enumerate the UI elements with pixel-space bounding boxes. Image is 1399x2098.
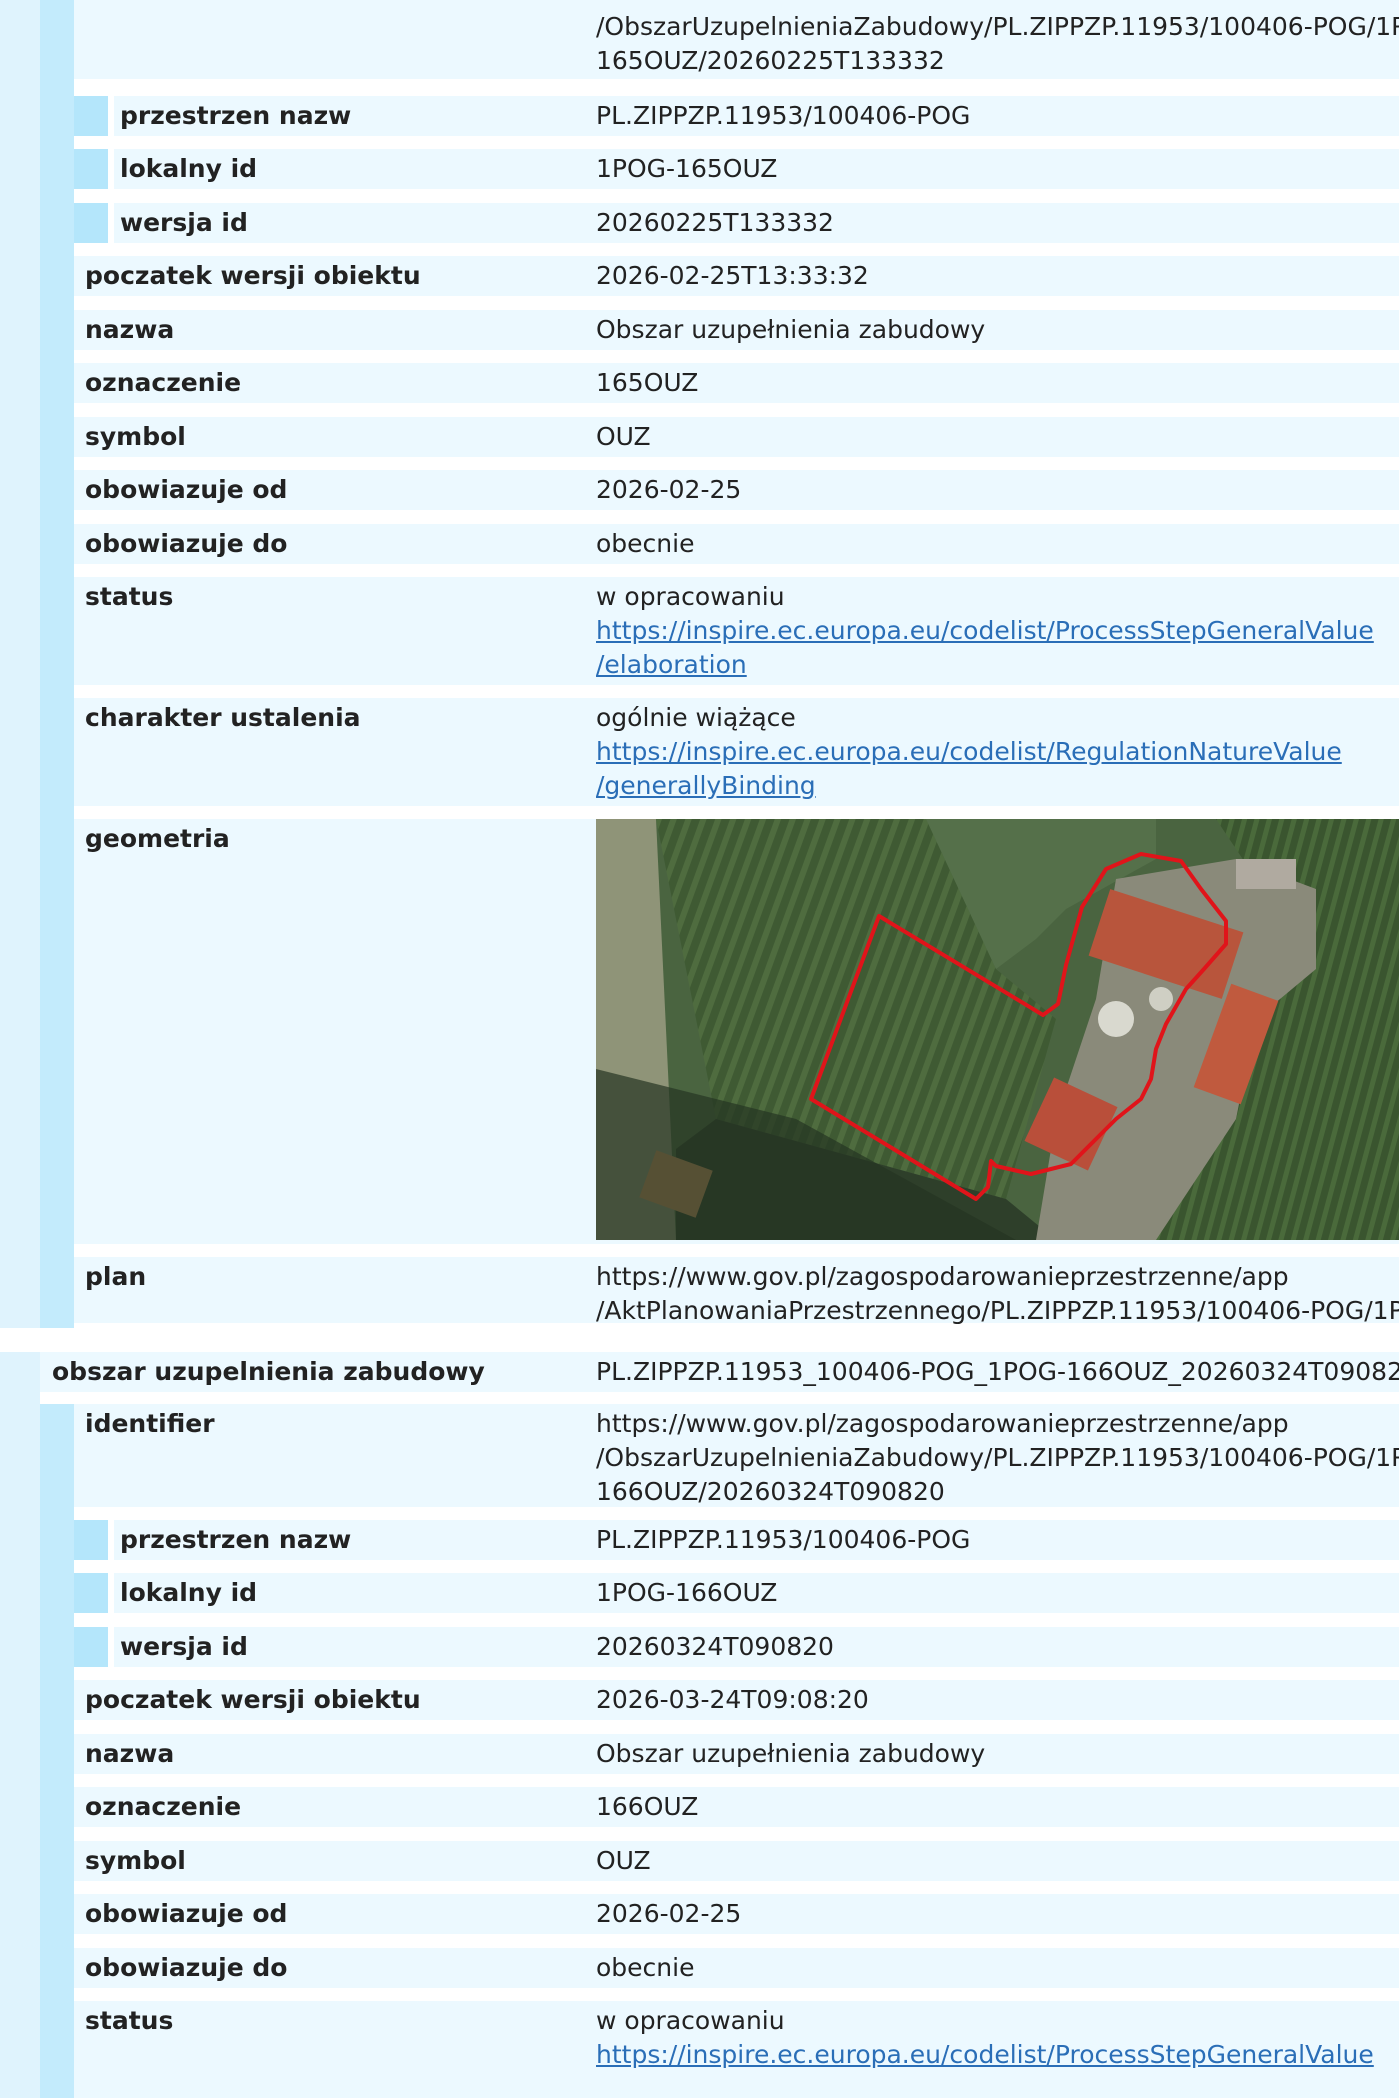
status-label: status bbox=[85, 582, 174, 611]
wersja-id-row: wersja id 20260324T090820 bbox=[40, 1627, 1399, 1672]
charakter-codelist-link[interactable]: https://inspire.ec.europa.eu/codelist/Re… bbox=[596, 735, 1342, 803]
przestrzen-nazw-row: przestrzen nazw PL.ZIPPZP.11953/100406-P… bbox=[40, 96, 1399, 141]
nesting-gutter-outer bbox=[0, 1352, 40, 2098]
symbol-label: symbol bbox=[85, 1846, 186, 1875]
oznaczenie-row: oznaczenie 166OUZ bbox=[40, 1787, 1399, 1832]
symbol-label: symbol bbox=[85, 422, 186, 451]
identifier-row: identifier https://www.gov.pl/zagospodar… bbox=[40, 1404, 1399, 1512]
poczatek-wersji-label: poczatek wersji obiektu bbox=[85, 261, 421, 290]
poczatek-wersji-label: poczatek wersji obiektu bbox=[85, 1685, 421, 1714]
oznaczenie-label: oznaczenie bbox=[85, 1792, 242, 1821]
symbol-value: OUZ bbox=[596, 422, 651, 451]
lokalny-id-row: lokalny id 1POG-165OUZ bbox=[40, 149, 1399, 194]
charakter-ustalenia-row: charakter ustalenia ogólnie wiążące http… bbox=[40, 698, 1399, 811]
charakter-ustalenia-value: ogólnie wiążące https://inspire.ec.europ… bbox=[596, 701, 1342, 803]
nazwa-value: Obszar uzupełnienia zabudowy bbox=[596, 1739, 986, 1768]
oznaczenie-label: oznaczenie bbox=[85, 368, 242, 397]
obowiazuje-od-value: 2026-02-25 bbox=[596, 1899, 742, 1928]
nazwa-row: nazwa Obszar uzupełnienia zabudowy bbox=[40, 310, 1399, 355]
nazwa-row: nazwa Obszar uzupełnienia zabudowy bbox=[40, 1734, 1399, 1779]
przestrzen-nazw-value: PL.ZIPPZP.11953/100406-POG bbox=[596, 101, 971, 130]
obowiazuje-do-label: obowiazuje do bbox=[85, 529, 288, 558]
nazwa-label: nazwa bbox=[85, 315, 175, 344]
status-row: status w opracowaniu https://inspire.ec.… bbox=[40, 577, 1399, 690]
status-value: w opracowaniu https://inspire.ec.europa.… bbox=[596, 2004, 1374, 2072]
geometry-map-image bbox=[596, 819, 1399, 1240]
nesting-gutter-outer bbox=[0, 0, 40, 1328]
status-codelist-link[interactable]: https://inspire.ec.europa.eu/codelist/Pr… bbox=[596, 2038, 1374, 2072]
lokalny-id-label: lokalny id bbox=[120, 1578, 258, 1607]
obowiazuje-do-row: obowiazuje do obecnie bbox=[40, 1948, 1399, 1993]
orthophoto-map bbox=[596, 819, 1399, 1240]
nazwa-label: nazwa bbox=[85, 1739, 175, 1768]
obowiazuje-od-label: obowiazuje od bbox=[85, 475, 288, 504]
feature-header-row: obszar uzupelnienia zabudowy PL.ZIPPZP.1… bbox=[40, 1352, 1399, 1397]
status-row: status w opracowaniu https://inspire.ec.… bbox=[40, 2001, 1399, 2098]
status-value: w opracowaniu https://inspire.ec.europa.… bbox=[596, 580, 1374, 682]
plan-value: https://www.gov.pl/zagospodarowanieprzes… bbox=[596, 1262, 1399, 1325]
obowiazuje-od-row: obowiazuje od 2026-02-25 bbox=[40, 470, 1399, 515]
nazwa-value: Obszar uzupełnienia zabudowy bbox=[596, 315, 986, 344]
poczatek-wersji-row: poczatek wersji obiektu 2026-02-25T13:33… bbox=[40, 256, 1399, 301]
poczatek-wersji-row: poczatek wersji obiektu 2026-03-24T09:08… bbox=[40, 1680, 1399, 1725]
obowiazuje-do-row: obowiazuje do obecnie bbox=[40, 524, 1399, 569]
plan-row: plan https://www.gov.pl/zagospodarowanie… bbox=[40, 1257, 1399, 1328]
symbol-value: OUZ bbox=[596, 1846, 651, 1875]
obowiazuje-do-label: obowiazuje do bbox=[85, 1953, 288, 1982]
symbol-row: symbol OUZ bbox=[40, 417, 1399, 462]
identifier-value: https://www.gov.pl/zagospodarowanieprzes… bbox=[596, 1409, 1399, 1506]
plan-label: plan bbox=[85, 1262, 147, 1291]
obowiazuje-od-label: obowiazuje od bbox=[85, 1899, 288, 1928]
przestrzen-nazw-row: przestrzen nazw PL.ZIPPZP.11953/100406-P… bbox=[40, 1520, 1399, 1565]
przestrzen-nazw-value: PL.ZIPPZP.11953/100406-POG bbox=[596, 1525, 971, 1554]
obowiazuje-od-row: obowiazuje od 2026-02-25 bbox=[40, 1894, 1399, 1939]
obowiazuje-od-value: 2026-02-25 bbox=[596, 475, 742, 504]
lokalny-id-value: 1POG-165OUZ bbox=[596, 154, 778, 183]
wersja-id-label: wersja id bbox=[120, 1632, 248, 1661]
poczatek-wersji-value: 2026-03-24T09:08:20 bbox=[596, 1685, 869, 1714]
charakter-ustalenia-label: charakter ustalenia bbox=[85, 703, 361, 732]
symbol-row: symbol OUZ bbox=[40, 1841, 1399, 1886]
wersja-id-label: wersja id bbox=[120, 208, 248, 237]
feature-type-label: obszar uzupelnienia zabudowy bbox=[52, 1357, 485, 1386]
lokalny-id-label: lokalny id bbox=[120, 154, 258, 183]
przestrzen-nazw-label: przestrzen nazw bbox=[120, 1525, 352, 1554]
identifier-row: /ObszarUzupelnieniaZabudowy/PL.ZIPPZP.11… bbox=[40, 0, 1399, 84]
geometria-row: geometria bbox=[40, 819, 1399, 1249]
obowiazuje-do-value: obecnie bbox=[596, 529, 695, 558]
status-label: status bbox=[85, 2006, 174, 2035]
oznaczenie-value: 166OUZ bbox=[596, 1792, 699, 1821]
feature-block-166ouz: obszar uzupelnienia zabudowy PL.ZIPPZP.1… bbox=[0, 1352, 1399, 2098]
status-codelist-link[interactable]: https://inspire.ec.europa.eu/codelist/Pr… bbox=[596, 614, 1374, 682]
wersja-id-row: wersja id 20260225T133332 bbox=[40, 203, 1399, 248]
oznaczenie-row: oznaczenie 165OUZ bbox=[40, 363, 1399, 408]
wersja-id-value: 20260225T133332 bbox=[596, 208, 834, 237]
lokalny-id-value: 1POG-166OUZ bbox=[596, 1578, 778, 1607]
oznaczenie-value: 165OUZ bbox=[596, 368, 699, 397]
identifier-label: identifier bbox=[85, 1409, 215, 1438]
feature-block-165ouz: /ObszarUzupelnieniaZabudowy/PL.ZIPPZP.11… bbox=[0, 0, 1399, 1328]
lokalny-id-row: lokalny id 1POG-166OUZ bbox=[40, 1573, 1399, 1618]
identifier-value: /ObszarUzupelnieniaZabudowy/PL.ZIPPZP.11… bbox=[596, 12, 1399, 75]
obowiazuje-do-value: obecnie bbox=[596, 1953, 695, 1982]
geometria-label: geometria bbox=[85, 824, 230, 853]
feature-id-value: PL.ZIPPZP.11953_100406-POG_1POG-166OUZ_2… bbox=[596, 1357, 1399, 1386]
przestrzen-nazw-label: przestrzen nazw bbox=[120, 101, 352, 130]
poczatek-wersji-value: 2026-02-25T13:33:32 bbox=[596, 261, 869, 290]
wersja-id-value: 20260324T090820 bbox=[596, 1632, 834, 1661]
